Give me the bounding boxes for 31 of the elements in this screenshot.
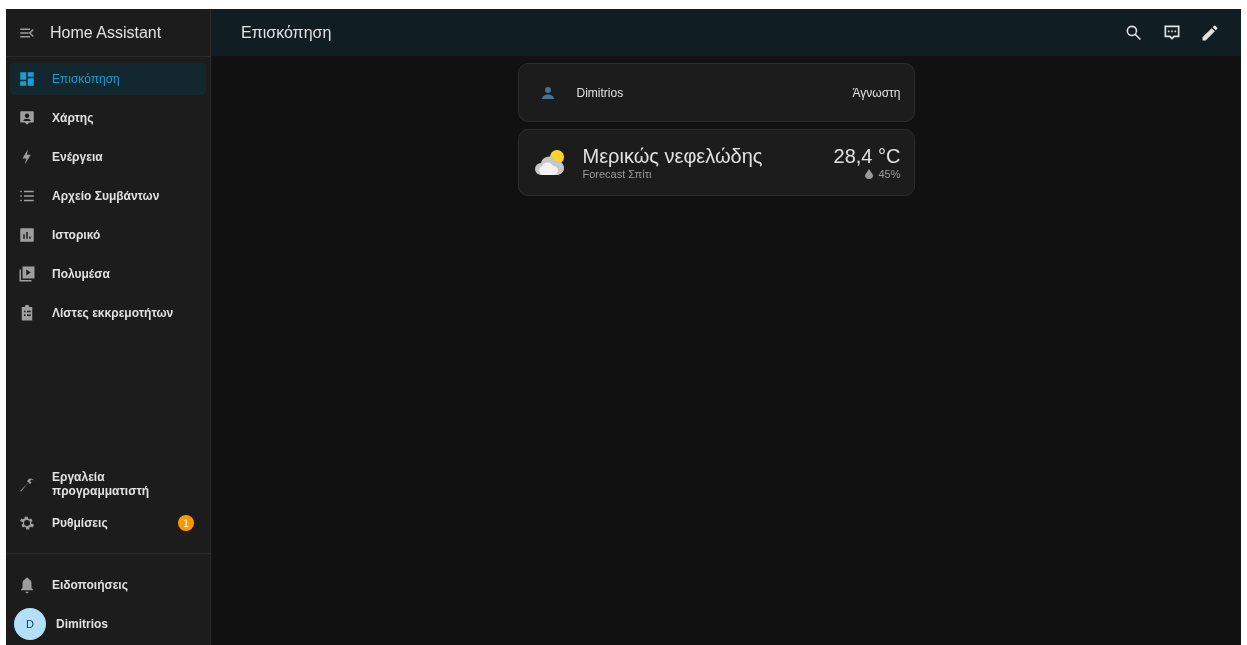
sidebar-item[interactable]: Ενέργεια — [10, 141, 206, 173]
user-avatar: D — [14, 608, 46, 640]
page-title: Επισκόπηση — [241, 23, 333, 42]
weather-card[interactable]: Μερικώς νεφελώδης Forecast Σπίτι 28,4 °C 45% — [517, 129, 915, 196]
map-pin-icon — [18, 109, 36, 127]
sidebar-item[interactable]: Ρυθμίσεις 1 — [10, 507, 206, 539]
sidebar-item[interactable]: Πολυμέσα — [10, 258, 206, 290]
entity-state: Άγνωστη — [852, 85, 901, 100]
sidebar-item[interactable]: Ιστορικό — [10, 219, 206, 251]
weather-source: Forecast Σπίτι — [582, 168, 653, 180]
sidebar-item[interactable]: Εργαλεία προγραμματιστή — [10, 468, 206, 500]
dashboard-icon — [18, 70, 36, 88]
humidity: 45% — [878, 168, 901, 180]
notification-badge: 1 — [178, 515, 194, 531]
bar-chart-icon — [18, 226, 36, 244]
notifications-item[interactable]: Ειδοποιήσεις — [10, 569, 206, 601]
hammer-icon — [18, 475, 36, 493]
sidebar-item[interactable]: Λίστες εκκρεμοτήτων — [10, 297, 206, 329]
play-icon — [18, 265, 36, 283]
bell-icon — [18, 576, 36, 594]
water-drop-icon — [864, 168, 875, 180]
sidebar-item[interactable]: Επισκόπηση — [10, 63, 206, 95]
app-title: Home Assistant — [50, 23, 162, 42]
settings-icon — [18, 514, 36, 532]
sidebar-item[interactable]: Χάρτης — [10, 102, 206, 134]
entity-name: Dimitrios — [576, 85, 624, 100]
weather-condition: Μερικώς νεφελώδης — [582, 145, 764, 168]
sidebar-item[interactable]: Αρχείο Συμβάντων — [10, 180, 206, 212]
temperature: 28,4 °C — [833, 145, 901, 168]
entity-card[interactable]: Dimitrios Άγνωστη — [517, 63, 915, 122]
user-item[interactable]: D Dimitrios — [10, 608, 206, 640]
